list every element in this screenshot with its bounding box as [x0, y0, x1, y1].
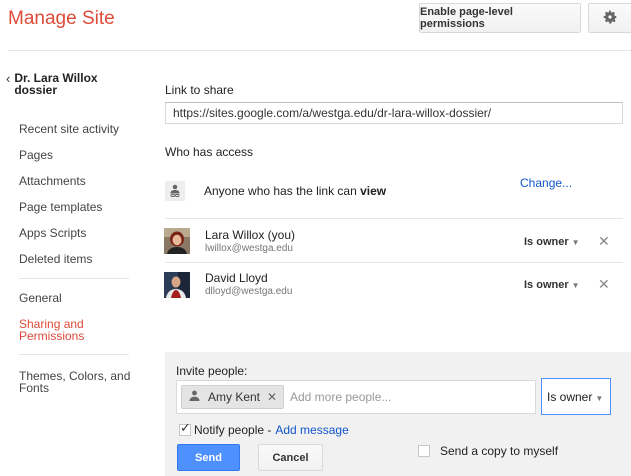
person-role-dropdown[interactable]: Is owner ▼	[524, 236, 580, 248]
sidebar-item-page-templates[interactable]: Page templates	[19, 200, 102, 214]
person-role-label: Is owner	[524, 279, 569, 291]
person-role-dropdown[interactable]: Is owner ▼	[524, 279, 580, 291]
sidebar-item-attachments[interactable]: Attachments	[19, 174, 86, 188]
avatar	[164, 228, 190, 254]
person-icon	[189, 390, 200, 404]
invite-role-dropdown[interactable]: Is owner ▼	[541, 378, 611, 415]
link-access-permission: view	[360, 184, 387, 198]
caret-down-icon: ▼	[571, 281, 580, 290]
add-message-link[interactable]: Add message	[275, 423, 348, 437]
remove-person-icon[interactable]: ✕	[598, 276, 610, 293]
sidebar-item-sharing[interactable]: Sharing and Permissions	[19, 318, 119, 342]
access-row-divider	[165, 262, 623, 263]
access-row-divider	[165, 218, 623, 219]
send-copy-checkbox[interactable]	[418, 445, 430, 457]
link-to-share-label: Link to share	[165, 83, 234, 97]
sidebar-divider	[19, 278, 129, 279]
link-access-description: Anyone who has the link can view	[204, 184, 386, 198]
sidebar-divider	[19, 354, 129, 355]
send-copy-row: Send a copy to myself	[418, 444, 558, 458]
site-name: Dr. Lara Willox dossier	[14, 71, 98, 97]
sidebar-item-apps-scripts[interactable]: Apps Scripts	[19, 226, 86, 240]
page-title: Manage Site	[8, 8, 115, 29]
caret-down-icon: ▼	[595, 393, 604, 403]
enable-page-permissions-button[interactable]: Enable page-level permissions	[419, 3, 581, 33]
person-email: dlloyd@westga.edu	[205, 286, 293, 297]
person-role-label: Is owner	[524, 236, 569, 248]
header-divider	[8, 50, 631, 51]
person-name: David Lloyd	[205, 271, 268, 285]
notify-people-row: Notify people - Add message	[179, 420, 349, 437]
remove-invitee-icon[interactable]: ✕	[267, 390, 277, 404]
invite-role-label: Is owner	[547, 389, 593, 404]
invite-people-label: Invite people:	[176, 364, 248, 378]
invitee-chip[interactable]: Amy Kent ✕	[181, 385, 285, 409]
gear-icon	[602, 9, 618, 28]
notify-people-label: Notify people -	[194, 423, 272, 437]
person-email: lwillox@westga.edu	[205, 243, 293, 254]
sidebar-item-general[interactable]: General	[19, 291, 62, 305]
notify-people-checkbox[interactable]	[179, 420, 191, 436]
settings-button[interactable]	[588, 3, 631, 33]
send-button[interactable]: Send	[177, 444, 240, 471]
link-access-prefix: Anyone who has the link can	[204, 184, 357, 198]
who-has-access-label: Who has access	[165, 145, 254, 159]
sidebar-item-pages[interactable]: Pages	[19, 148, 53, 162]
sidebar-item-recent-activity[interactable]: Recent site activity	[19, 122, 119, 136]
avatar	[164, 272, 190, 298]
sidebar-item-deleted-items[interactable]: Deleted items	[19, 252, 92, 266]
back-to-site-link[interactable]: ‹ Dr. Lara Willox dossier	[6, 72, 124, 96]
invitee-name: Amy Kent	[208, 390, 261, 404]
add-more-people-placeholder: Add more people...	[290, 390, 392, 404]
change-link-access[interactable]: Change...	[520, 176, 572, 190]
chevron-left-icon: ‹	[6, 71, 11, 86]
caret-down-icon: ▼	[571, 238, 580, 247]
sidebar-item-themes[interactable]: Themes, Colors, and Fonts	[19, 370, 134, 394]
link-sharing-icon	[165, 181, 185, 201]
cancel-button[interactable]: Cancel	[258, 444, 323, 471]
remove-person-icon[interactable]: ✕	[598, 233, 610, 250]
share-link-field[interactable]: https://sites.google.com/a/westga.edu/dr…	[165, 102, 623, 124]
send-copy-label: Send a copy to myself	[440, 444, 559, 458]
person-name: Lara Willox (you)	[205, 228, 296, 242]
